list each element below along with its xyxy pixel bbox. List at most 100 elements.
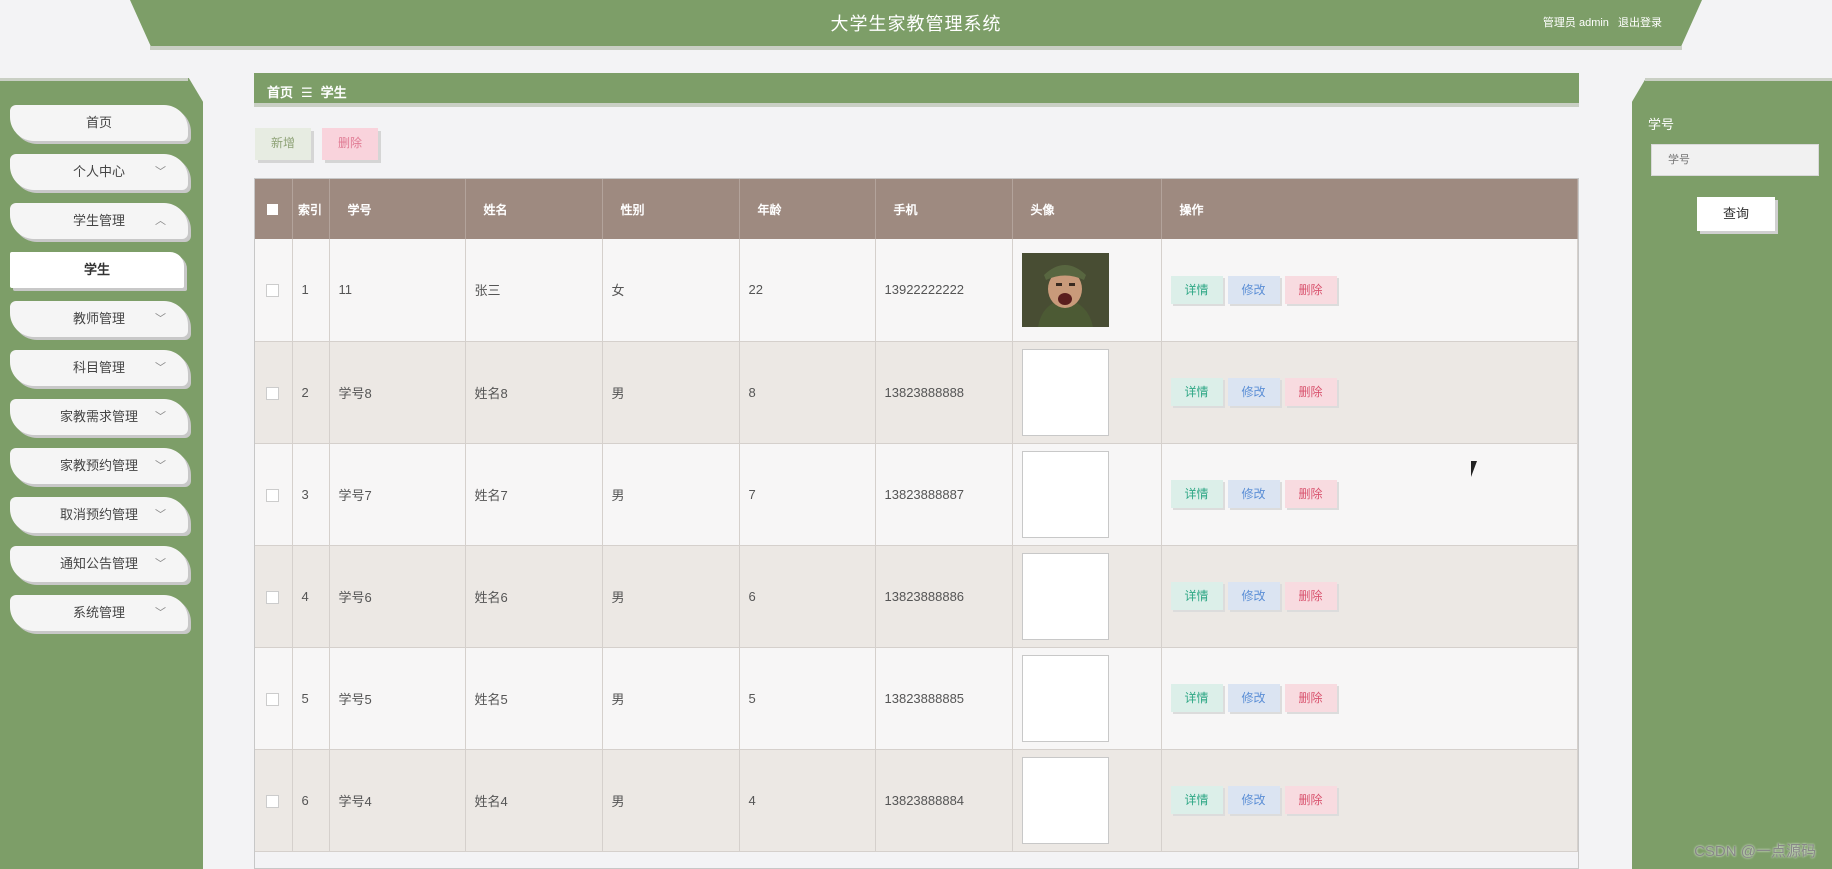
- sidebar-item-1[interactable]: 个人中心 ﹀: [10, 154, 188, 190]
- cell-name: 姓名7: [465, 443, 603, 546]
- delete-button[interactable]: 删除: [1284, 684, 1337, 712]
- breadcrumb-home[interactable]: 首页: [267, 85, 293, 100]
- col-name: 姓名: [465, 179, 603, 239]
- detail-button[interactable]: 详情: [1170, 786, 1223, 814]
- cell-avatar: [1012, 443, 1162, 546]
- breadcrumb: 首页 ☰ 学生: [254, 73, 1579, 107]
- chevron-down-icon: ﹀: [155, 313, 166, 325]
- col-gender: 性别: [602, 179, 740, 239]
- cell-name: 张三: [465, 239, 603, 342]
- sidebar-item-label: 取消预约管理: [59, 507, 138, 522]
- row-checkbox-cell: [255, 749, 293, 852]
- edit-button[interactable]: 修改: [1227, 582, 1280, 610]
- row-checkbox[interactable]: [266, 386, 280, 400]
- chevron-down-icon: ﹀: [155, 509, 166, 521]
- row-checkbox-cell: [255, 545, 293, 648]
- sidebar-item-label: 通知公告管理: [59, 556, 138, 571]
- row-checkbox-cell: [255, 239, 293, 342]
- sidebar-item-4[interactable]: 教师管理 ﹀: [10, 301, 188, 337]
- sidebar-item-5[interactable]: 科目管理 ﹀: [10, 350, 188, 386]
- cell-student-no: 学号6: [329, 545, 466, 648]
- broken-image-icon: [1021, 756, 1109, 844]
- edit-button[interactable]: 修改: [1227, 480, 1280, 508]
- top-header-underline: [150, 46, 1682, 50]
- detail-button[interactable]: 详情: [1170, 378, 1223, 406]
- cell-ops: 详情 修改 删除: [1161, 239, 1578, 342]
- cell-avatar: [1012, 749, 1162, 852]
- batch-delete-button[interactable]: 删除: [322, 128, 378, 160]
- delete-button[interactable]: 删除: [1284, 480, 1337, 508]
- table-row: 4 学号6 姓名6 男 6 13823888886 详情 修改 删除: [255, 545, 1578, 648]
- cell-student-no: 学号4: [329, 749, 466, 852]
- row-checkbox[interactable]: [266, 284, 280, 298]
- search-input[interactable]: [1651, 144, 1819, 176]
- avatar-image: [1021, 252, 1109, 327]
- cell-gender: 男: [602, 647, 740, 750]
- row-checkbox[interactable]: [266, 692, 280, 706]
- detail-button[interactable]: 详情: [1170, 684, 1223, 712]
- chevron-down-icon: ﹀: [155, 362, 166, 374]
- cell-name: 姓名6: [465, 545, 603, 648]
- cell-ops: 详情 修改 删除: [1161, 341, 1578, 444]
- cell-ops: 详情 修改 删除: [1161, 749, 1578, 852]
- broken-image-icon: [1021, 348, 1109, 436]
- row-checkbox[interactable]: [266, 590, 280, 604]
- cell-ops: 详情 修改 删除: [1161, 443, 1578, 546]
- cell-gender: 男: [602, 341, 740, 444]
- logout-link[interactable]: 退出登录: [1618, 17, 1662, 29]
- sidebar-item-10[interactable]: 系统管理 ﹀: [10, 595, 188, 631]
- edit-button[interactable]: 修改: [1227, 275, 1280, 304]
- col-avatar: 头像: [1012, 179, 1162, 239]
- edit-button[interactable]: 修改: [1227, 786, 1280, 814]
- cell-phone: 13823888885: [875, 647, 1013, 750]
- col-phone: 手机: [875, 179, 1013, 239]
- cell-index: 6: [292, 749, 330, 852]
- broken-image-icon: [1021, 654, 1109, 742]
- sidebar-item-6[interactable]: 家教需求管理 ﹀: [10, 399, 188, 435]
- detail-button[interactable]: 详情: [1170, 582, 1223, 610]
- detail-button[interactable]: 详情: [1170, 275, 1223, 304]
- row-checkbox[interactable]: [266, 794, 280, 808]
- sidebar-item-9[interactable]: 通知公告管理 ﹀: [10, 546, 188, 582]
- delete-button[interactable]: 删除: [1284, 582, 1337, 610]
- sidebar-menu: 首页 个人中心 ﹀ 学生管理 ︿ 学生 教师管理 ﹀ 科目管理 ﹀ 家教需求管理 ﹀ 家教预约管理 ﹀ 取消…: [10, 105, 188, 644]
- broken-image-icon: [1021, 552, 1109, 640]
- cell-index: 2: [292, 341, 330, 444]
- left-sidebar-top-line: [0, 78, 188, 81]
- cell-age: 6: [739, 545, 876, 648]
- delete-button[interactable]: 删除: [1284, 275, 1337, 304]
- sidebar-item-label: 教师管理: [72, 311, 125, 326]
- edit-button[interactable]: 修改: [1227, 684, 1280, 712]
- cell-index: 4: [292, 545, 330, 648]
- cell-index: 3: [292, 443, 330, 546]
- sidebar-item-3[interactable]: 学生: [10, 252, 184, 288]
- cell-avatar: [1012, 647, 1162, 750]
- sidebar-item-7[interactable]: 家教预约管理 ﹀: [10, 448, 188, 484]
- detail-button[interactable]: 详情: [1170, 480, 1223, 508]
- cell-gender: 男: [602, 749, 740, 852]
- sidebar-item-8[interactable]: 取消预约管理 ﹀: [10, 497, 188, 533]
- sidebar-item-0[interactable]: 首页: [10, 105, 188, 141]
- cell-gender: 女: [602, 239, 740, 342]
- cell-phone: 13823888887: [875, 443, 1013, 546]
- select-all-checkbox[interactable]: [267, 204, 279, 216]
- sidebar-item-label: 家教预约管理: [59, 458, 138, 473]
- add-button[interactable]: 新增: [255, 128, 311, 160]
- sidebar-item-label: 学生: [83, 262, 110, 277]
- sidebar-item-label: 个人中心: [72, 164, 125, 179]
- cell-age: 22: [739, 239, 876, 342]
- delete-button[interactable]: 删除: [1284, 378, 1337, 406]
- cell-student-no: 学号8: [329, 341, 466, 444]
- cell-index: 5: [292, 647, 330, 750]
- sidebar-item-label: 首页: [85, 115, 112, 130]
- cell-student-no: 学号7: [329, 443, 466, 546]
- col-ops: 操作: [1161, 179, 1578, 239]
- student-table: 索引 学号 姓名 性别 年龄 手机 头像 操作 1 11 张三女 22 13922222…: [254, 178, 1579, 869]
- cell-phone: 13922222222: [875, 239, 1013, 342]
- delete-button[interactable]: 删除: [1284, 786, 1337, 814]
- sidebar-item-2[interactable]: 学生管理 ︿: [10, 203, 188, 239]
- row-checkbox[interactable]: [266, 488, 280, 502]
- edit-button[interactable]: 修改: [1227, 378, 1280, 406]
- search-button[interactable]: 查询: [1697, 197, 1775, 231]
- cell-age: 4: [739, 749, 876, 852]
